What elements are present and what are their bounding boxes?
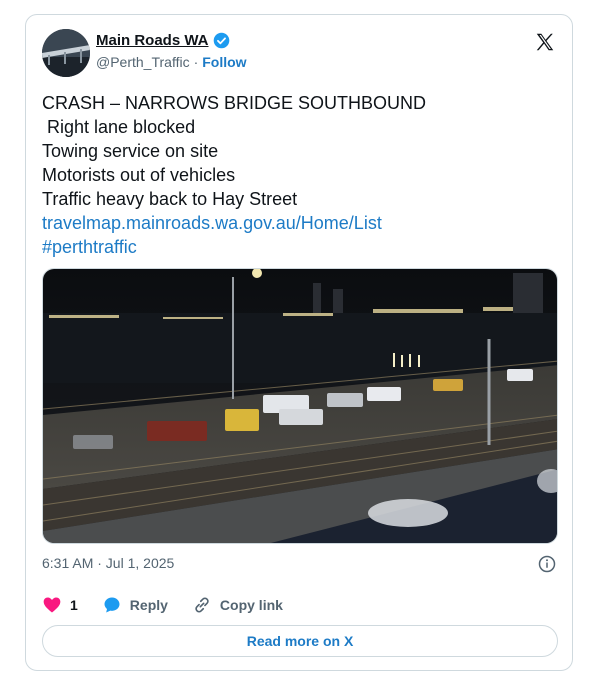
link-icon — [195, 597, 209, 613]
author-name[interactable]: Main Roads WA — [96, 32, 209, 49]
info-icon[interactable] — [538, 555, 556, 573]
reply-button[interactable]: Reply — [102, 595, 168, 615]
copy-link-label: Copy link — [219, 597, 283, 613]
post-text: CRASH – NARROWS BRIDGE SOUTHBOUND Right … — [42, 91, 426, 259]
post-link[interactable]: travelmap.mainroads.wa.gov.au/Home/List — [42, 211, 426, 235]
follow-button[interactable]: Follow — [202, 54, 246, 70]
post-line: Right lane blocked — [42, 117, 196, 137]
reply-label: Reply — [129, 597, 168, 613]
author-avatar[interactable] — [42, 29, 90, 77]
heart-icon — [43, 597, 61, 613]
post-hashtag[interactable]: #perthtraffic — [42, 235, 426, 259]
copy-link-button[interactable]: Copy link — [192, 595, 283, 615]
verified-badge-icon — [213, 32, 229, 49]
like-button[interactable]: 1 — [42, 595, 78, 615]
read-more-button[interactable]: Read more on X — [42, 625, 558, 657]
post-line: CRASH – NARROWS BRIDGE SOUTHBOUND — [42, 93, 427, 113]
author-handle[interactable]: @Perth_Traffic — [96, 54, 190, 70]
x-logo-icon[interactable] — [534, 31, 556, 53]
like-count: 1 — [70, 597, 78, 613]
traffic-camera-photo[interactable] — [42, 268, 558, 544]
separator-dot: · — [193, 54, 199, 70]
post-timestamp[interactable]: 6:31 AM · Jul 1, 2025 — [42, 555, 174, 571]
post-line: Traffic heavy back to Hay Street — [42, 189, 298, 209]
post-line: Motorists out of vehicles — [42, 165, 236, 185]
reply-bubble-icon — [104, 597, 120, 613]
embedded-post-card: Main Roads WA @Perth_Traffic · Follow CR… — [25, 14, 573, 671]
post-line: Towing service on site — [42, 141, 219, 161]
